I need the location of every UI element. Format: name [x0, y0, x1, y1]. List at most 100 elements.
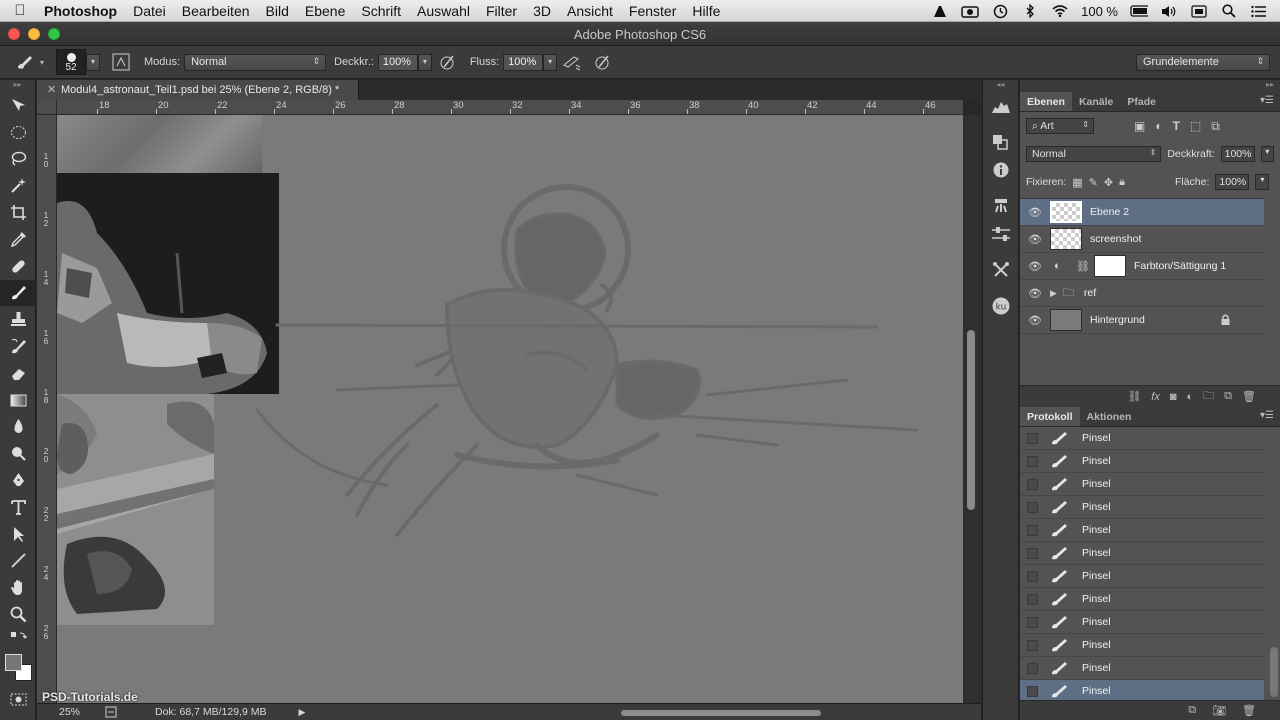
- history-state-item[interactable]: Pinsel: [1020, 450, 1264, 473]
- layer-filter-select[interactable]: ⌕ Art ⇕: [1026, 118, 1094, 134]
- adjustments-panel-button[interactable]: [983, 220, 1019, 248]
- layer-row-hue-saturation[interactable]: 👁︎ ◐ ⛓︎ Farbton/Sättigung 1: [1020, 253, 1264, 280]
- visibility-eye-icon[interactable]: 👁︎: [1020, 287, 1050, 300]
- lock-position-icon[interactable]: ✥: [1104, 176, 1113, 189]
- layer-row-screenshot[interactable]: 👁︎ screenshot: [1020, 226, 1264, 253]
- menu-fenster[interactable]: Fenster: [621, 3, 684, 19]
- layers-panel-menu-icon[interactable]: ▾☰: [1260, 95, 1274, 106]
- history-source-checkbox[interactable]: [1027, 616, 1038, 628]
- lock-image-icon[interactable]: ✎: [1089, 176, 1098, 189]
- path-selection-tool[interactable]: [0, 521, 36, 548]
- quick-selection-tool[interactable]: [0, 172, 36, 199]
- group-expand-arrow-icon[interactable]: ▶: [1050, 288, 1057, 299]
- tool-presets-panel-button[interactable]: [983, 256, 1019, 284]
- delete-layer-trash-icon[interactable]: 🗑︎: [1242, 390, 1256, 403]
- foreground-color-swatch[interactable]: [5, 653, 22, 671]
- layer-row-hintergrund[interactable]: 👁︎ Hintergrund: [1020, 307, 1264, 334]
- history-state-item[interactable]: Pinsel: [1020, 657, 1264, 680]
- filter-shape-icon[interactable]: ⬚: [1190, 119, 1201, 134]
- history-source-checkbox[interactable]: [1027, 639, 1038, 651]
- tab-paths[interactable]: Pfade: [1120, 92, 1163, 111]
- zoom-tool[interactable]: [0, 601, 36, 628]
- history-state-item[interactable]: Pinsel: [1020, 519, 1264, 542]
- history-source-checkbox[interactable]: [1027, 501, 1038, 513]
- opacity-slider-button[interactable]: ▾: [417, 53, 432, 71]
- panels-grip[interactable]: ▸▸: [1020, 80, 1280, 92]
- history-state-item[interactable]: Pinsel: [1020, 588, 1264, 611]
- history-source-checkbox[interactable]: [1027, 593, 1038, 605]
- history-state-item[interactable]: Pinsel: [1020, 427, 1264, 450]
- horizontal-ruler[interactable]: 18 20 22 24 26 28 30 32 34 36 38 40 42 44 46: [57, 100, 963, 115]
- layer-opacity-input[interactable]: 100%: [1220, 146, 1255, 162]
- menu-filter[interactable]: Filter: [478, 3, 525, 19]
- close-document-icon[interactable]: ✕: [47, 83, 56, 96]
- brush-tool[interactable]: [0, 279, 36, 307]
- notification-center-icon[interactable]: [1250, 4, 1268, 18]
- history-state-item[interactable]: Pinsel: [1020, 611, 1264, 634]
- zoom-level[interactable]: 25%: [37, 706, 97, 718]
- menu-auswahl[interactable]: Auswahl: [409, 3, 478, 19]
- visibility-eye-icon[interactable]: 👁︎: [1020, 260, 1050, 273]
- pen-tool[interactable]: [0, 467, 36, 494]
- tab-channels[interactable]: Kanäle: [1072, 92, 1120, 111]
- fill-input[interactable]: 100%: [1215, 174, 1250, 190]
- visibility-eye-icon[interactable]: 👁︎: [1020, 206, 1050, 219]
- history-source-checkbox[interactable]: [1027, 685, 1038, 697]
- workspace-select[interactable]: Grundelemente ⇕: [1136, 54, 1270, 71]
- history-state-item[interactable]: Pinsel: [1020, 565, 1264, 588]
- menu-datei[interactable]: Datei: [125, 3, 174, 19]
- healing-brush-tool[interactable]: [0, 253, 36, 280]
- color-panel-button[interactable]: [983, 128, 1019, 156]
- menu-bild[interactable]: Bild: [258, 3, 297, 19]
- clone-stamp-tool[interactable]: [0, 306, 36, 333]
- filter-pixel-icon[interactable]: ▣: [1134, 119, 1145, 134]
- adobe-icon[interactable]: [931, 4, 949, 18]
- visibility-eye-icon[interactable]: 👁︎: [1020, 314, 1050, 327]
- link-layers-icon[interactable]: ⛓︎: [1127, 390, 1141, 403]
- history-scroll-thumb[interactable]: [1270, 647, 1278, 697]
- brush-size-picker[interactable]: 52: [56, 49, 87, 75]
- filter-adjustment-icon[interactable]: ◐: [1155, 119, 1162, 134]
- visibility-eye-icon[interactable]: 👁︎: [1020, 233, 1050, 246]
- menu-ebene[interactable]: Ebene: [297, 3, 353, 19]
- history-state-item[interactable]: Pinsel: [1020, 542, 1264, 565]
- blur-tool[interactable]: [0, 414, 36, 441]
- filter-type-icon[interactable]: T: [1173, 119, 1180, 134]
- pressure-opacity-icon[interactable]: [436, 51, 458, 73]
- tab-layers[interactable]: Ebenen: [1020, 92, 1072, 111]
- history-source-checkbox[interactable]: [1027, 547, 1038, 559]
- history-brush-tool[interactable]: [0, 333, 36, 360]
- document-export-icon[interactable]: [105, 706, 117, 718]
- history-source-checkbox[interactable]: [1027, 455, 1038, 467]
- brush-panel-toggle-icon[interactable]: [110, 51, 132, 73]
- time-machine-icon[interactable]: [991, 4, 1009, 18]
- mode-select[interactable]: Normal ⇕: [184, 53, 327, 71]
- history-state-item[interactable]: Pinsel: [1020, 473, 1264, 496]
- history-state-item[interactable]: Pinsel: [1020, 496, 1264, 519]
- eraser-tool[interactable]: [0, 360, 36, 387]
- menu-ansicht[interactable]: Ansicht: [559, 3, 621, 19]
- history-source-checkbox[interactable]: [1027, 570, 1038, 582]
- spotlight-search-icon[interactable]: [1220, 4, 1238, 18]
- new-group-folder-icon[interactable]: 🗀︎: [1203, 387, 1214, 406]
- status-menu-arrow[interactable]: ▶: [298, 707, 305, 718]
- filter-smart-object-icon[interactable]: ⧉: [1211, 119, 1220, 134]
- keyboard-icon[interactable]: [1190, 4, 1208, 18]
- default-colors-switch[interactable]: [0, 628, 36, 650]
- info-panel-button[interactable]: [983, 156, 1019, 184]
- move-tool[interactable]: [0, 92, 36, 119]
- dodge-tool[interactable]: [0, 440, 36, 467]
- layer-row-ref-group[interactable]: 👁︎ ▶ 🗀︎ ref: [1020, 280, 1264, 307]
- bluetooth-icon[interactable]: [1021, 4, 1039, 18]
- add-mask-icon[interactable]: ◙: [1170, 391, 1177, 403]
- brush-presets-panel-button[interactable]: [983, 192, 1019, 220]
- menu-3d[interactable]: 3D: [525, 3, 559, 19]
- fill-dropdown[interactable]: ▾: [1255, 174, 1270, 190]
- blend-mode-select[interactable]: Normal ⇕: [1026, 146, 1162, 162]
- history-panel-menu-icon[interactable]: ▾☰: [1260, 410, 1274, 421]
- document-tab[interactable]: ✕ Modul4_astronaut_Teil1.psd bei 25% (Eb…: [37, 80, 359, 100]
- flow-slider-button[interactable]: ▾: [543, 53, 558, 71]
- new-layer-icon[interactable]: ⧉: [1224, 390, 1232, 403]
- brush-picker-dropdown[interactable]: ▾: [86, 53, 101, 71]
- type-tool[interactable]: [0, 494, 36, 521]
